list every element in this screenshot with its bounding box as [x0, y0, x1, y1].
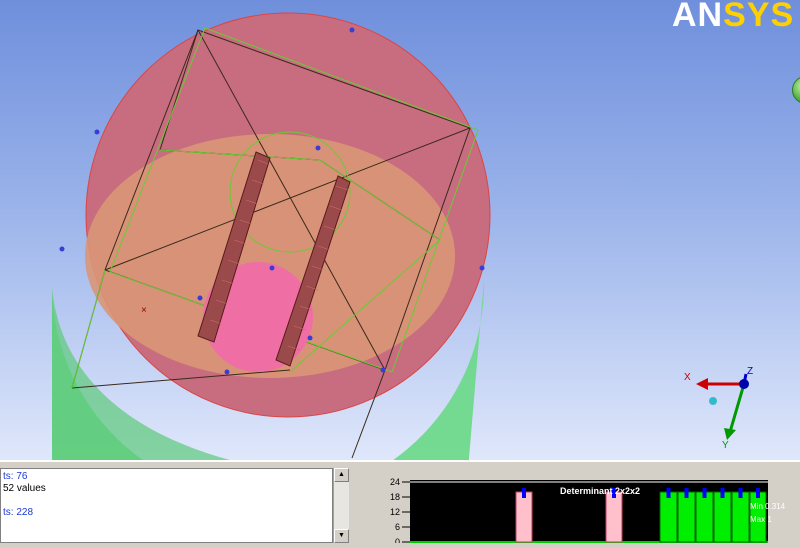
histogram-y-tick-label: 18: [390, 492, 400, 502]
logo-accent-text: SYS: [723, 0, 795, 34]
histogram-bar-marker: [738, 488, 743, 498]
histogram-bar-marker: [522, 488, 526, 498]
histogram-title: Determinant 2x2x2: [560, 486, 640, 496]
histogram-y-tick-label: 12: [390, 507, 400, 517]
triad-z-label: Z: [747, 366, 753, 377]
quality-histogram[interactable]: 0 6 12 18 24 Determinant 2x2x2 Min 0.314 Max…: [358, 468, 800, 547]
histogram-bar-marker: [702, 488, 707, 498]
message-window[interactable]: ts: 76 52 values ts: 228: [0, 468, 333, 543]
histogram-bar[interactable]: [713, 491, 732, 543]
histogram-min-label: Min 0.314: [750, 502, 786, 511]
histogram-bar[interactable]: [515, 491, 533, 543]
triad-y-label: Y: [722, 440, 729, 451]
histogram-bar-marker: [684, 488, 689, 498]
histogram-max-label: Max 1: [750, 515, 772, 524]
logo-main-text: AN: [672, 0, 724, 34]
histogram-bar[interactable]: [695, 491, 714, 543]
histogram-bar-marker: [666, 488, 671, 498]
histogram-bar[interactable]: [605, 491, 623, 543]
histogram-y-tick-label: 24: [390, 477, 400, 487]
histogram-y-tick-label: 6: [395, 522, 400, 532]
message-line: ts: 76: [3, 471, 28, 482]
histogram-bar-marker: [720, 488, 725, 498]
histogram-chart: 0 6 12 18 24 Determinant 2x2x2 Min 0.314 Max…: [390, 477, 786, 547]
axis-triad: [696, 373, 749, 440]
ansys-logo: ANSYS: [672, 0, 794, 35]
histogram-bar[interactable]: [659, 491, 678, 543]
scroll-up-button[interactable]: ▲: [334, 468, 349, 482]
cursor-marker: ×: [141, 305, 147, 316]
histogram-bar[interactable]: [731, 491, 750, 543]
message-line: 52 values: [3, 483, 46, 494]
histogram-bar-marker: [756, 488, 760, 498]
histogram-bar[interactable]: [677, 491, 696, 543]
model-geometry: × X Y Z: [52, 12, 753, 460]
message-line: ts: 228: [3, 507, 34, 518]
graphics-viewport[interactable]: × X Y Z ANSYS: [0, 0, 800, 460]
bottom-panel: ts: 76 52 values ts: 228 ▲ ▼ 0 6 12 18 24 De…: [0, 460, 800, 547]
histogram-y-tick-label: 0: [395, 537, 400, 543]
triad-x-label: X: [684, 372, 691, 383]
message-scrollbar[interactable]: ▲ ▼: [333, 468, 349, 543]
